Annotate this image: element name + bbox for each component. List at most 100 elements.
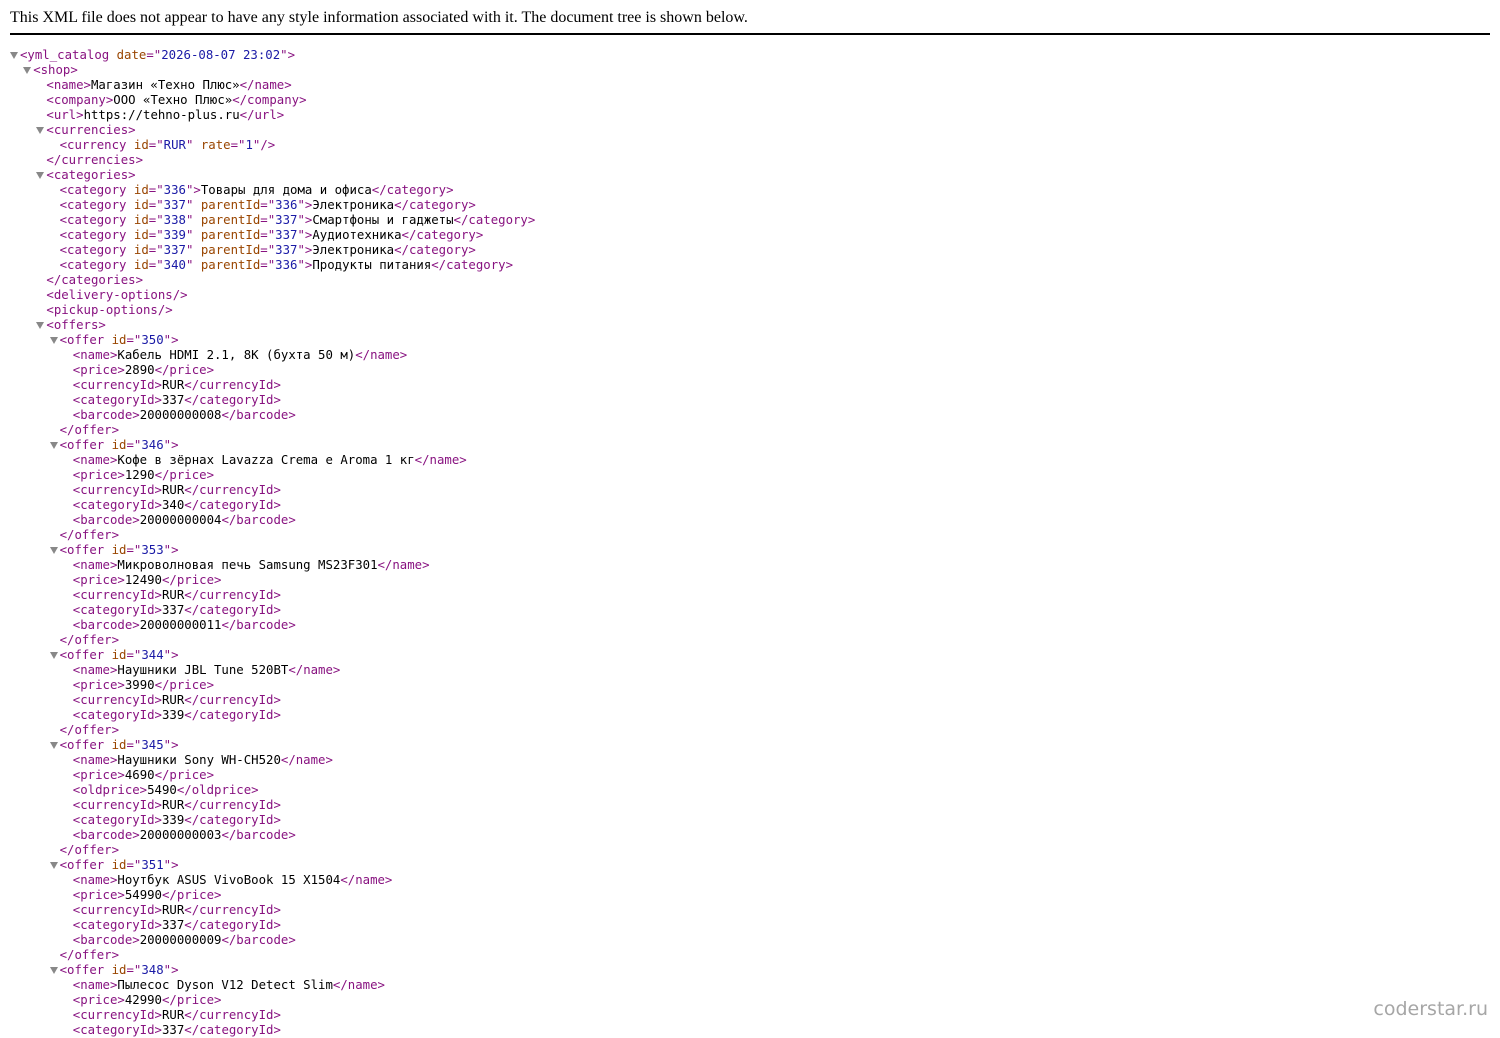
xml-tag: ">: [297, 258, 313, 272]
collapse-triangle-icon[interactable]: [23, 67, 32, 74]
xml-line: <categoryId>337</categoryId>: [10, 1023, 1490, 1038]
collapse-triangle-icon[interactable]: [36, 322, 45, 329]
xml-attr-value: 338: [163, 213, 186, 227]
xml-text: 4690: [124, 768, 155, 782]
xml-text: Смартфоны и гаджеты: [312, 213, 454, 227]
xml-tag: </offer>: [59, 528, 120, 542]
xml-text: Аудиотехника: [312, 228, 402, 242]
collapse-triangle-icon[interactable]: [36, 127, 45, 134]
xml-tag: <category: [59, 258, 127, 272]
xml-tag: </categoryId>: [184, 498, 281, 512]
xml-tag: ">: [163, 543, 179, 557]
xml-text: Ноутбук ASUS VivoBook 15 X1504: [117, 873, 341, 887]
xml-document-tree: <yml_catalog date="2026-08-07 23:02"> <sh…: [10, 48, 1490, 1038]
xml-tag: </category>: [394, 243, 476, 257]
xml-text: 20000000011: [139, 618, 222, 632]
xml-line: <categories>: [10, 168, 1490, 183]
xml-line: <currencies>: [10, 123, 1490, 138]
collapse-triangle-icon[interactable]: [36, 172, 45, 179]
collapse-triangle-icon[interactable]: [49, 967, 58, 974]
collapse-triangle-icon[interactable]: [49, 652, 58, 659]
xml-tag: </price>: [162, 888, 222, 902]
xml-tag: <currencyId>: [72, 693, 162, 707]
xml-tag: </currencies>: [46, 153, 144, 167]
xml-tag: =": [146, 48, 162, 62]
xml-tag: =": [260, 213, 276, 227]
xml-attr-name: parentId: [200, 228, 261, 242]
xml-attr-value: 336: [275, 198, 298, 212]
xml-text: [126, 183, 133, 197]
xml-attr-value: 351: [141, 858, 164, 872]
xml-attr-value: 346: [141, 438, 164, 452]
xml-tag: =": [126, 333, 142, 347]
xml-attr-value: 336: [163, 183, 186, 197]
xml-tag: <barcode>: [72, 828, 140, 842]
xml-tag: </price>: [162, 993, 222, 1007]
xml-tag: </offer>: [59, 843, 120, 857]
xml-line: <offer id="353">: [10, 543, 1490, 558]
xml-text: RUR: [161, 588, 185, 602]
xml-tag: </offer>: [59, 723, 120, 737]
xml-text: [193, 243, 200, 257]
xml-line: <currencyId>RUR</currencyId>: [10, 798, 1490, 813]
xml-line: <price>12490</price>: [10, 573, 1490, 588]
xml-line: <price>42990</price>: [10, 993, 1490, 1008]
collapse-triangle-icon[interactable]: [49, 337, 58, 344]
xml-line: <categoryId>337</categoryId>: [10, 393, 1490, 408]
xml-text: [193, 198, 200, 212]
xml-text: 12490: [124, 573, 162, 587]
xml-line: <name>Микроволновая печь Samsung MS23F30…: [10, 558, 1490, 573]
xml-tag: <currencyId>: [72, 798, 162, 812]
xml-text: 20000000003: [139, 828, 222, 842]
xml-tag: </url>: [239, 108, 285, 122]
xml-line: </offer>: [10, 843, 1490, 858]
xml-line: <offer id="351">: [10, 858, 1490, 873]
xml-text: 2890: [124, 363, 155, 377]
xml-tag: <currencyId>: [72, 588, 162, 602]
xml-tag: <currencies>: [46, 123, 136, 137]
xml-line: <barcode>20000000008</barcode>: [10, 408, 1490, 423]
xml-attr-value: 337: [275, 213, 298, 227]
xml-line: <category id="338" parentId="337">Смартф…: [10, 213, 1490, 228]
xml-line: <category id="339" parentId="337">Аудиот…: [10, 228, 1490, 243]
xml-line: <shop>: [10, 63, 1490, 78]
xml-tag: </categoryId>: [184, 813, 281, 827]
xml-line: <offer id="345">: [10, 738, 1490, 753]
xml-text: [104, 438, 111, 452]
xml-tag: <categoryId>: [72, 1023, 162, 1037]
xml-text: Пылесос Dyson V12 Detect Slim: [117, 978, 333, 992]
collapse-triangle-icon[interactable]: [49, 742, 58, 749]
xml-tag: </name>: [340, 873, 393, 887]
xml-tag: </offer>: [59, 423, 120, 437]
xml-text: Наушники JBL Tune 520BT: [117, 663, 289, 677]
xml-text: 5490: [147, 783, 177, 797]
xml-text: 340: [161, 498, 185, 512]
xml-tag: =": [148, 198, 164, 212]
xml-tag: =": [260, 228, 276, 242]
xml-text: Продукты питания: [312, 258, 432, 272]
xml-tag: <name>: [72, 348, 118, 362]
xml-text: Электроника: [312, 198, 395, 212]
xml-tag: </category>: [394, 198, 476, 212]
collapse-triangle-icon[interactable]: [49, 547, 58, 554]
xml-line: <name>Ноутбук ASUS VivoBook 15 X1504</na…: [10, 873, 1490, 888]
xml-line: <categoryId>339</categoryId>: [10, 708, 1490, 723]
collapse-triangle-icon[interactable]: [49, 442, 58, 449]
xml-tag: =": [126, 648, 142, 662]
collapse-triangle-icon[interactable]: [49, 862, 58, 869]
xml-text: 20000000009: [139, 933, 222, 947]
xml-line: <currencyId>RUR</currencyId>: [10, 483, 1490, 498]
xml-text: [104, 648, 111, 662]
xml-text: RUR: [161, 378, 185, 392]
xml-attr-name: id: [133, 228, 149, 242]
xml-text: [104, 858, 111, 872]
xml-text: RUR: [161, 693, 185, 707]
xml-line: <categoryId>339</categoryId>: [10, 813, 1490, 828]
collapse-triangle-icon[interactable]: [10, 52, 18, 59]
xml-line: <name>Наушники Sony WH-CH520</name>: [10, 753, 1490, 768]
xml-line: <price>54990</price>: [10, 888, 1490, 903]
xml-tag: <offer: [59, 858, 105, 872]
xml-line: <currencyId>RUR</currencyId>: [10, 903, 1490, 918]
xml-tag: =": [260, 198, 276, 212]
xml-line: <name>Пылесос Dyson V12 Detect Slim</nam…: [10, 978, 1490, 993]
